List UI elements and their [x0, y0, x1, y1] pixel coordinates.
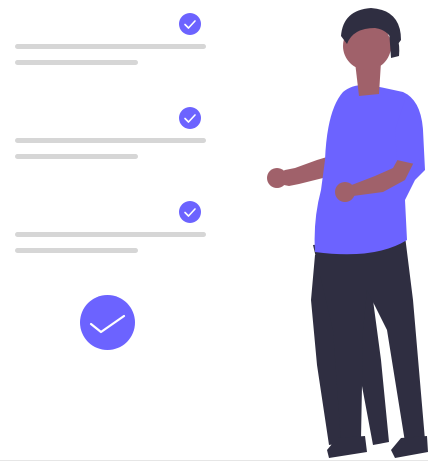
placeholder-line-short: [15, 248, 138, 253]
placeholder-line-short: [15, 154, 138, 159]
large-checkmark-icon: [80, 295, 135, 350]
standing-person-icon: [255, 0, 428, 463]
checklist-item: [0, 10, 215, 65]
checkmark-icon: [179, 201, 201, 223]
illustration-scene: [0, 0, 428, 463]
placeholder-line-long: [15, 44, 206, 49]
checklist-item: [0, 198, 215, 253]
checkmark-icon: [179, 13, 201, 35]
checklist-item: [0, 104, 215, 159]
placeholder-line-short: [15, 60, 138, 65]
placeholder-line-long: [15, 138, 206, 143]
checkmark-icon: [179, 107, 201, 129]
ground-line: [0, 460, 428, 461]
placeholder-line-long: [15, 232, 206, 237]
